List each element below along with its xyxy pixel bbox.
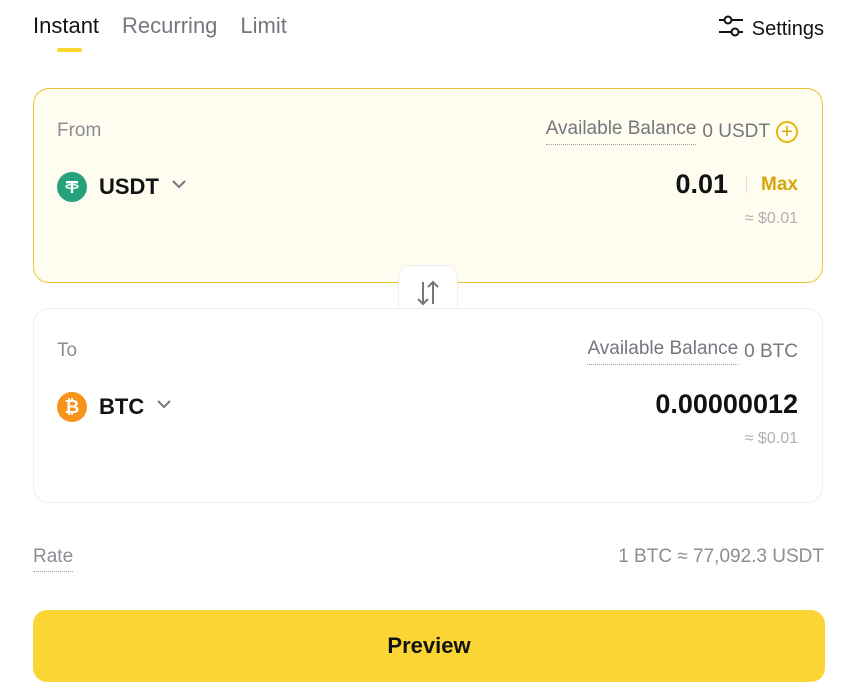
chevron-down-icon: [154, 394, 174, 420]
from-asset-selector[interactable]: USDT: [57, 172, 189, 202]
from-amount-input[interactable]: 0.01: [675, 169, 728, 200]
max-button[interactable]: Max: [761, 174, 798, 196]
add-funds-icon[interactable]: +: [776, 120, 798, 143]
to-balance: Available Balance 0 BTC: [587, 338, 798, 365]
to-usd-value: ≈ $0.01: [744, 430, 798, 447]
to-label: To: [57, 340, 78, 361]
settings-label: Settings: [751, 17, 824, 40]
from-asset-name: USDT: [99, 174, 159, 199]
to-balance-label: Available Balance: [587, 338, 739, 365]
tab-recurring[interactable]: Recurring: [122, 12, 217, 40]
to-amount-row: 0.00000012: [655, 389, 798, 420]
to-balance-value: 0 BTC: [744, 340, 798, 362]
settings-button[interactable]: Settings: [718, 14, 824, 44]
rate-value: 1 BTC ≈ 77,092.3 USDT: [618, 546, 824, 567]
divider: [746, 176, 748, 193]
to-card: To Available Balance 0 BTC ₿ BTC 0.00000…: [33, 308, 823, 503]
tab-limit[interactable]: Limit: [240, 12, 286, 40]
to-asset-selector[interactable]: ₿ BTC: [57, 392, 174, 422]
from-balance: Available Balance 0 USDT +: [545, 118, 798, 145]
from-usd-value: ≈ $0.01: [744, 210, 798, 227]
usdt-icon: [57, 172, 87, 202]
trade-tabs: Instant Recurring Limit: [33, 12, 310, 52]
to-asset-name: BTC: [99, 394, 145, 419]
from-balance-label: Available Balance: [545, 118, 697, 145]
to-amount-value: 0.00000012: [655, 389, 798, 419]
preview-button[interactable]: Preview: [33, 610, 825, 682]
from-balance-value: 0 USDT: [702, 120, 770, 142]
btc-icon: ₿: [57, 392, 87, 422]
chevron-down-icon: [169, 174, 189, 200]
from-card: From Available Balance 0 USDT + USDT 0.0…: [33, 88, 823, 283]
sliders-icon: [718, 14, 744, 44]
from-label: From: [57, 120, 102, 141]
from-amount-row: 0.01 Max: [675, 169, 798, 200]
tab-instant[interactable]: Instant: [33, 12, 99, 52]
rate-label: Rate: [33, 546, 74, 572]
